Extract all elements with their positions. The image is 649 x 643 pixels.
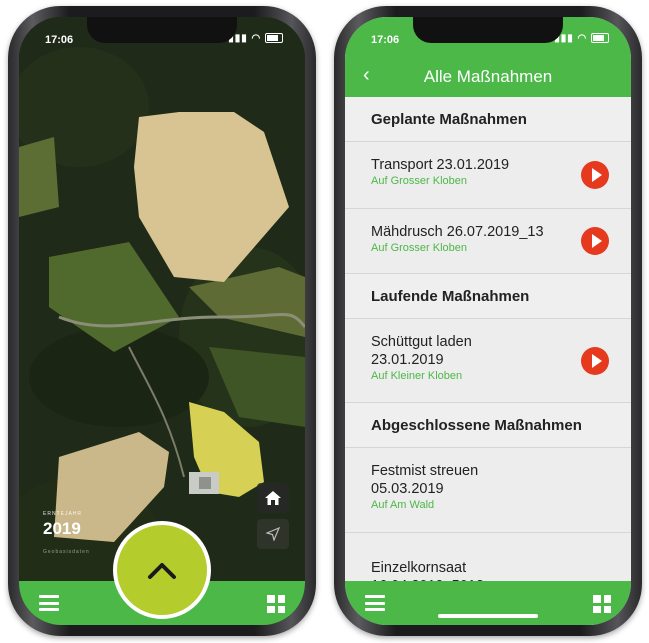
phone-map: 17:06 ▮▮▮ ◠ ERNTEJAHR 2019 Geobasisdaten bbox=[8, 6, 316, 636]
bottom-toolbar bbox=[345, 581, 631, 625]
item-title: Einzelkornsaat 16.04.2019_5012 bbox=[371, 560, 484, 581]
item-subtitle: Auf Grosser Kloben bbox=[371, 175, 467, 187]
status-icons: ▮▮▮ ◠ bbox=[554, 33, 609, 44]
phone-list: ‹ Alle Maßnahmen 17:06 ▮▮▮ ◠ Geplante Ma… bbox=[334, 6, 642, 636]
home-button[interactable] bbox=[257, 483, 289, 513]
menu-icon[interactable] bbox=[39, 595, 59, 611]
status-icons: ▮▮▮ ◠ bbox=[228, 33, 283, 44]
home-indicator bbox=[438, 614, 538, 618]
section-header-running: Laufende Maßnahmen bbox=[345, 274, 631, 319]
page-title: Alle Maßnahmen bbox=[423, 67, 553, 86]
list-screen: ‹ Alle Maßnahmen 17:06 ▮▮▮ ◠ Geplante Ma… bbox=[345, 17, 631, 625]
list-item[interactable]: Festmist streuen 05.03.2019 Auf Am Wald bbox=[345, 448, 631, 533]
section-header-planned: Geplante Maßnahmen bbox=[345, 97, 631, 142]
section-completed: Festmist streuen 05.03.2019 Auf Am Wald … bbox=[345, 448, 631, 581]
year-caption: ERNTEJAHR bbox=[43, 511, 83, 517]
measures-list[interactable]: Geplante Maßnahmen Transport 23.01.2019 … bbox=[345, 97, 631, 581]
section-planned: Transport 23.01.2019 Auf Grosser Kloben … bbox=[345, 142, 631, 274]
item-subtitle: Auf Kleiner Kloben bbox=[371, 370, 463, 382]
play-icon[interactable] bbox=[581, 161, 609, 189]
section-running: Schüttgut laden 23.01.2019 Auf Kleiner K… bbox=[345, 319, 631, 403]
home-icon bbox=[265, 491, 281, 505]
play-icon[interactable] bbox=[581, 227, 609, 255]
map-screen: 17:06 ▮▮▮ ◠ ERNTEJAHR 2019 Geobasisdaten bbox=[19, 17, 305, 625]
battery-icon bbox=[265, 33, 283, 44]
year-value: 2019 bbox=[43, 519, 81, 538]
harvest-year[interactable]: ERNTEJAHR 2019 Geobasisdaten bbox=[43, 511, 90, 555]
list-item[interactable]: Schüttgut laden 23.01.2019 Auf Kleiner K… bbox=[345, 319, 631, 403]
location-arrow-icon bbox=[266, 527, 280, 541]
item-subtitle: Auf Grosser Kloben bbox=[371, 242, 467, 254]
item-subtitle: Auf Am Wald bbox=[371, 499, 435, 511]
notch bbox=[413, 17, 563, 43]
battery-icon bbox=[591, 33, 609, 44]
notch bbox=[87, 17, 237, 43]
item-title: Schüttgut laden 23.01.2019 bbox=[371, 334, 472, 368]
status-time: 17:06 bbox=[371, 34, 400, 46]
status-time: 17:06 bbox=[45, 34, 74, 46]
section-header-completed: Abgeschlossene Maßnahmen bbox=[345, 403, 631, 448]
location-button[interactable] bbox=[257, 519, 289, 549]
item-title: Mähdrusch 26.07.2019_13 bbox=[371, 224, 544, 240]
expand-fab-button[interactable] bbox=[113, 521, 211, 619]
play-icon[interactable] bbox=[581, 346, 609, 375]
item-title: Transport 23.01.2019 bbox=[371, 157, 510, 173]
list-item[interactable]: Transport 23.01.2019 Auf Grosser Kloben bbox=[345, 142, 631, 209]
item-title: Festmist streuen 05.03.2019 bbox=[371, 463, 479, 497]
menu-icon[interactable] bbox=[365, 595, 385, 611]
grid-icon[interactable] bbox=[593, 595, 611, 613]
list-item[interactable]: Einzelkornsaat 16.04.2019_5012 bbox=[345, 533, 631, 581]
grid-icon[interactable] bbox=[267, 595, 285, 613]
map-credit: Geobasisdaten bbox=[43, 549, 90, 555]
chevron-up-icon bbox=[148, 563, 176, 579]
list-item[interactable]: Mähdrusch 26.07.2019_13 Auf Grosser Klob… bbox=[345, 209, 631, 274]
